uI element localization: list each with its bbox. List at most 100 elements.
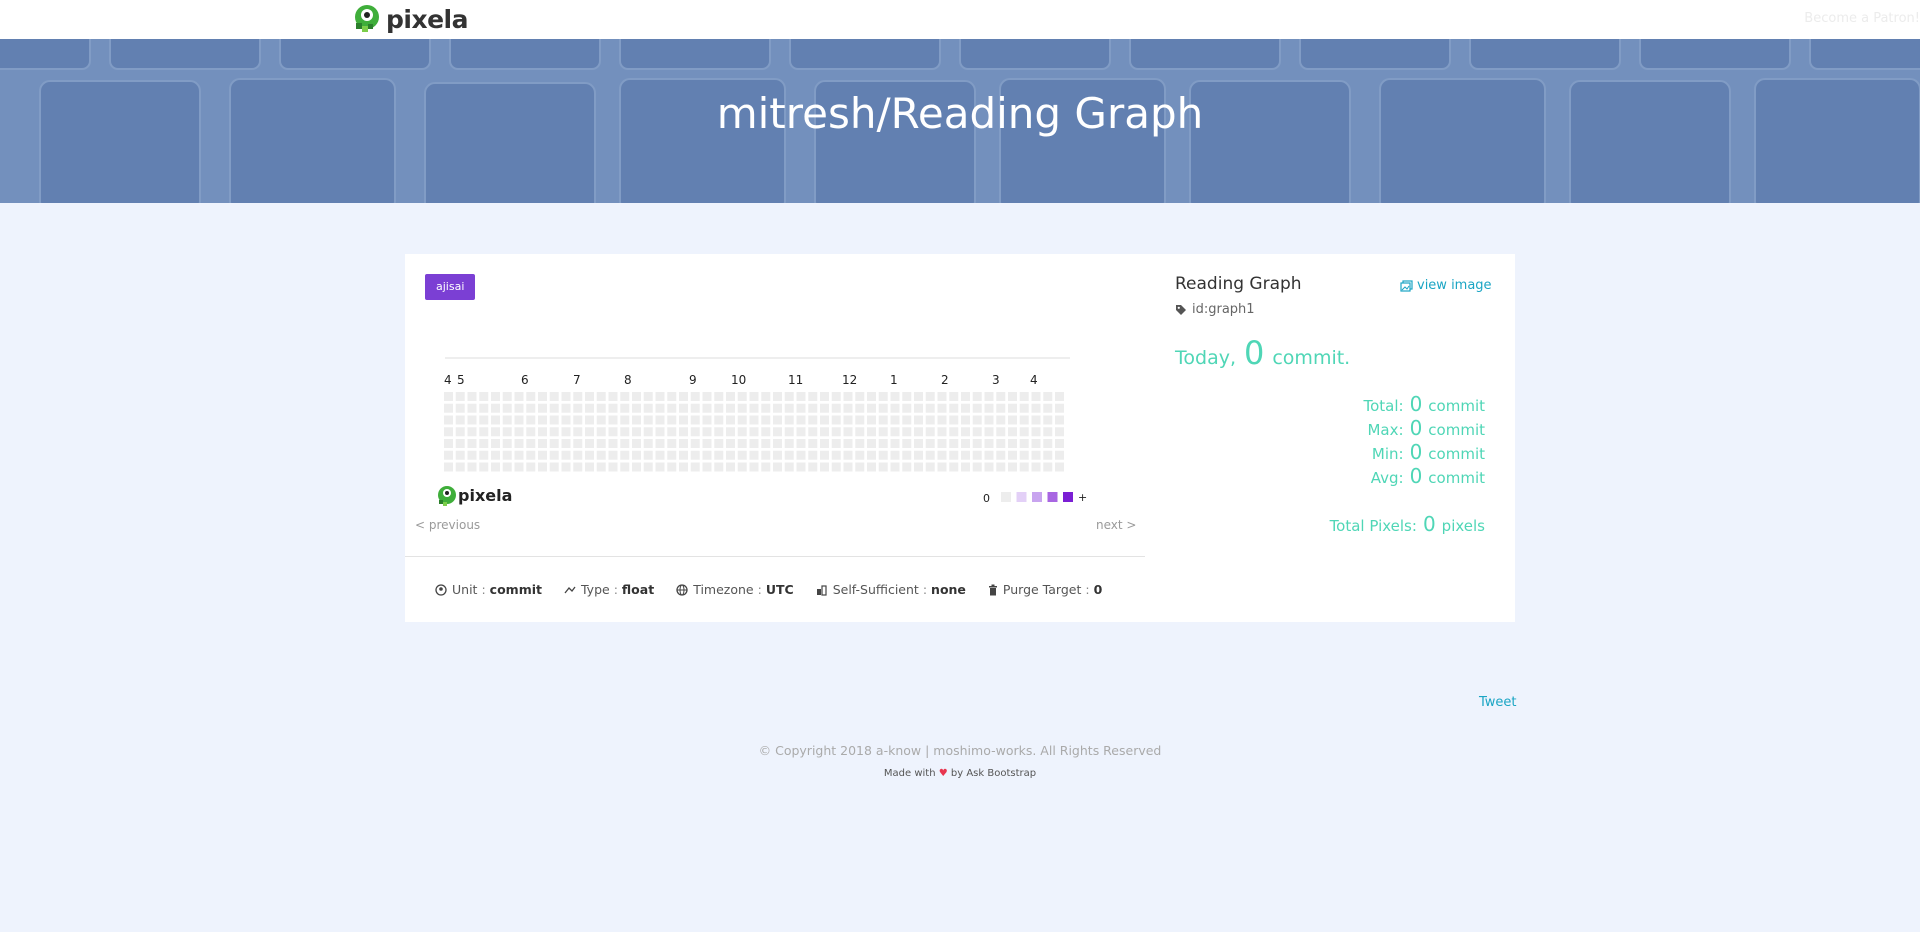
pixel-cell[interactable] — [1019, 392, 1029, 401]
pixel-cell[interactable] — [855, 392, 865, 401]
pixel-cell[interactable] — [749, 403, 759, 413]
pixel-cell[interactable] — [820, 450, 829, 460]
pixel-cell[interactable] — [467, 462, 477, 472]
pixel-cell[interactable] — [784, 415, 794, 425]
pixel-cell[interactable] — [949, 392, 959, 401]
pixel-cell[interactable] — [914, 403, 923, 413]
pixel-cell[interactable] — [1019, 403, 1029, 413]
pixel-cell[interactable] — [737, 462, 747, 472]
pixel-cell[interactable] — [455, 403, 465, 413]
pixel-cell[interactable] — [643, 450, 653, 460]
pixel-cell[interactable] — [573, 415, 583, 425]
pixel-cell[interactable] — [726, 462, 735, 472]
pixel-cell[interactable] — [467, 403, 477, 413]
pixel-cell[interactable] — [773, 415, 782, 425]
pixel-cell[interactable] — [455, 462, 465, 472]
pixel-cell[interactable] — [491, 415, 500, 425]
pixel-cell[interactable] — [585, 450, 594, 460]
pixel-cell[interactable] — [561, 450, 571, 460]
pixel-cell[interactable] — [444, 427, 453, 437]
pixel-cell[interactable] — [608, 392, 618, 401]
pixel-cell[interactable] — [526, 439, 536, 448]
pixel-cell[interactable] — [573, 403, 583, 413]
pixel-cell[interactable] — [702, 403, 712, 413]
pixel-cell[interactable] — [561, 439, 571, 448]
pixel-cell[interactable] — [961, 439, 970, 448]
pixel-cell[interactable] — [714, 450, 724, 460]
pixel-cell[interactable] — [796, 403, 806, 413]
pixel-cell[interactable] — [961, 462, 970, 472]
pixel-cell[interactable] — [914, 450, 923, 460]
pixel-cell[interactable] — [714, 403, 724, 413]
pixel-cell[interactable] — [984, 450, 994, 460]
pixel-cell[interactable] — [608, 403, 618, 413]
pixel-cell[interactable] — [1031, 392, 1041, 401]
pixel-cell[interactable] — [749, 439, 759, 448]
pixel-cell[interactable] — [855, 427, 865, 437]
pixel-cell[interactable] — [667, 403, 677, 413]
pixel-cell[interactable] — [820, 427, 829, 437]
pixel-cell[interactable] — [514, 450, 524, 460]
pixel-cell[interactable] — [573, 462, 583, 472]
pixel-cell[interactable] — [444, 439, 453, 448]
pixel-cell[interactable] — [961, 427, 970, 437]
pixel-cell[interactable] — [444, 403, 453, 413]
pixel-cell[interactable] — [502, 439, 512, 448]
pixel-cell[interactable] — [949, 427, 959, 437]
previous-link[interactable]: < previous — [415, 518, 480, 532]
pixel-cell[interactable] — [996, 462, 1006, 472]
pixel-cell[interactable] — [1031, 450, 1041, 460]
pixel-cell[interactable] — [444, 392, 453, 401]
pixel-cell[interactable] — [843, 403, 853, 413]
pixel-cell[interactable] — [526, 450, 536, 460]
pixel-cell[interactable] — [749, 392, 759, 401]
pixel-cell[interactable] — [1055, 415, 1064, 425]
pixel-cell[interactable] — [643, 427, 653, 437]
pixel-cell[interactable] — [808, 427, 818, 437]
pixel-cell[interactable] — [714, 439, 724, 448]
pixel-cell[interactable] — [479, 415, 489, 425]
pixel-cell[interactable] — [585, 392, 594, 401]
tweet-button[interactable]: Tweet — [1479, 695, 1517, 710]
pixel-cell[interactable] — [585, 462, 594, 472]
pixel-cell[interactable] — [538, 427, 547, 437]
pixel-cell[interactable] — [455, 415, 465, 425]
pixel-cell[interactable] — [996, 392, 1006, 401]
pixel-cell[interactable] — [702, 439, 712, 448]
pixel-cell[interactable] — [949, 462, 959, 472]
pixel-cell[interactable] — [878, 427, 888, 437]
pixel-cell[interactable] — [831, 403, 841, 413]
pixel-cell[interactable] — [925, 415, 935, 425]
pixel-cell[interactable] — [561, 392, 571, 401]
pixel-cell[interactable] — [455, 392, 465, 401]
pixel-cell[interactable] — [890, 462, 900, 472]
pixel-cell[interactable] — [643, 403, 653, 413]
pixel-cell[interactable] — [632, 403, 641, 413]
pixel-cell[interactable] — [608, 450, 618, 460]
pixel-cell[interactable] — [843, 450, 853, 460]
pixel-cell[interactable] — [902, 450, 912, 460]
pixel-cell[interactable] — [620, 462, 630, 472]
pixel-cell[interactable] — [1019, 427, 1029, 437]
pixel-cell[interactable] — [843, 427, 853, 437]
pixel-cell[interactable] — [1031, 415, 1041, 425]
pixel-cell[interactable] — [444, 450, 453, 460]
pixel-cell[interactable] — [867, 450, 876, 460]
next-link[interactable]: next > — [1096, 518, 1136, 532]
pixel-cell[interactable] — [761, 392, 771, 401]
pixel-cell[interactable] — [796, 450, 806, 460]
pixel-cell[interactable] — [679, 439, 688, 448]
pixel-cell[interactable] — [702, 462, 712, 472]
pixel-cell[interactable] — [608, 427, 618, 437]
pixel-cell[interactable] — [690, 439, 700, 448]
pixel-cell[interactable] — [479, 462, 489, 472]
pixel-cell[interactable] — [467, 415, 477, 425]
pixel-cell[interactable] — [761, 427, 771, 437]
pixel-cell[interactable] — [455, 450, 465, 460]
pixel-cell[interactable] — [514, 427, 524, 437]
pixel-cell[interactable] — [1019, 450, 1029, 460]
pixel-cell[interactable] — [878, 462, 888, 472]
pixel-cell[interactable] — [714, 427, 724, 437]
pixel-cell[interactable] — [914, 439, 923, 448]
pixel-cell[interactable] — [808, 403, 818, 413]
